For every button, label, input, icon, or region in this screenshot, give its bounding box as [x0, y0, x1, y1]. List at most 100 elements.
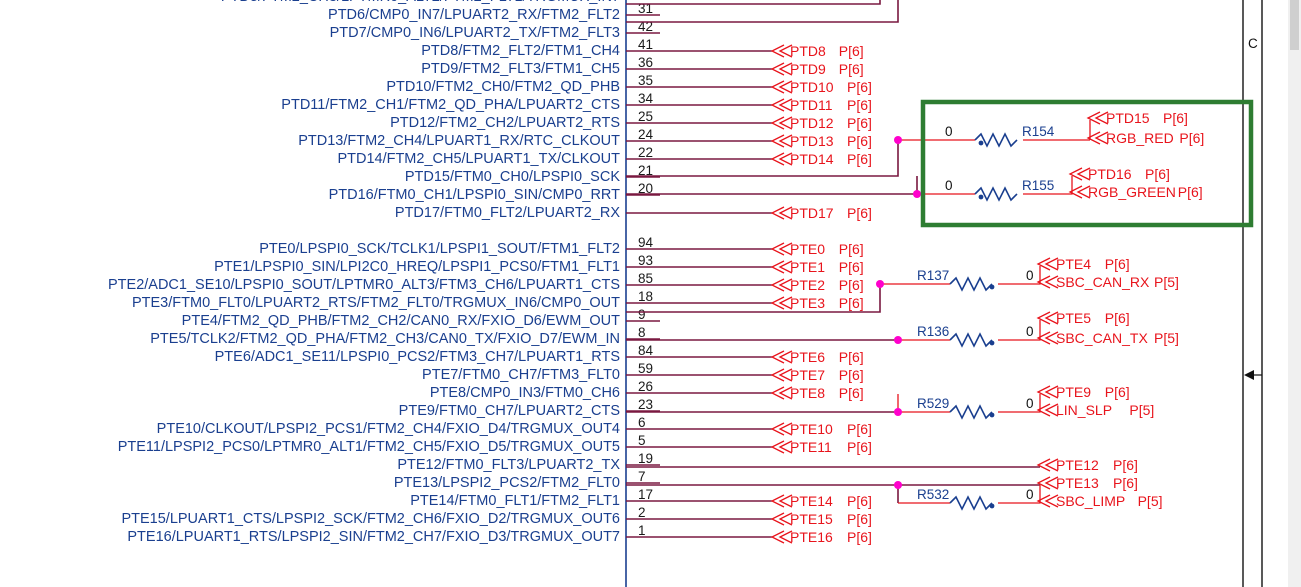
- net-label[interactable]: PTE9: [1056, 384, 1091, 400]
- net-label[interactable]: PTE13: [1056, 475, 1099, 491]
- pin-name: PTE8/CMP0_IN3/FTM0_CH6: [430, 385, 620, 401]
- offpage-connector-icon: [770, 98, 793, 112]
- net-label[interactable]: PTD14: [790, 151, 834, 167]
- net-page-ref: P[6]: [839, 295, 864, 311]
- offpage-connector-icon: [770, 152, 793, 166]
- offpage-connector-icon: [1036, 476, 1059, 490]
- net-page-ref: P[6]: [839, 259, 864, 275]
- net-label[interactable]: PTE6: [790, 349, 825, 365]
- net-label[interactable]: PTE2: [790, 277, 825, 293]
- net-label[interactable]: PTD9: [790, 61, 826, 77]
- offpage-connector-icon: [1036, 385, 1059, 399]
- frame-arrow-icon: [1244, 370, 1254, 380]
- net-page-ref: P[6]: [847, 439, 872, 455]
- resistor-value: 0: [945, 178, 953, 193]
- net-label[interactable]: PTE0: [790, 241, 825, 257]
- net-page-ref: P[6]: [847, 151, 872, 167]
- net-label[interactable]: PTD17: [790, 205, 834, 221]
- net-label[interactable]: SBC_LIMP: [1056, 493, 1125, 509]
- net-label[interactable]: PTE11: [790, 439, 832, 455]
- net-label[interactable]: RGB_GREEN: [1088, 184, 1176, 200]
- offpage-connector-icon: [770, 386, 793, 400]
- net-page-ref: P[5]: [1154, 330, 1179, 346]
- pin-number: 41: [638, 37, 653, 52]
- pin-name: PTE14/FTM0_FLT1/FTM2_FLT1: [410, 493, 620, 509]
- pin-name: PTE4/FTM2_QD_PHB/FTM2_CH2/CAN0_RX/FXIO_D…: [182, 313, 620, 329]
- offpage-connector-icon: [770, 296, 793, 310]
- net-page-ref: P[6]: [847, 493, 872, 509]
- net-label[interactable]: LIN_SLP: [1056, 402, 1112, 418]
- pin-name: PTD14/FTM2_CH5/LPUART1_TX/CLKOUT: [337, 151, 620, 167]
- pin-name: PTD9/FTM2_FLT3/FTM1_CH5: [421, 61, 620, 77]
- scroll-track[interactable]: [1288, 0, 1301, 587]
- ic-pin-list: PTD5/FTM2_CH3/LPTMR0_ALT2/FTM2_FLT1/TRGM…: [108, 0, 660, 545]
- net-label[interactable]: PTD8: [790, 43, 826, 59]
- net-label[interactable]: PTE7: [790, 367, 825, 383]
- net-label[interactable]: PTD10: [790, 79, 834, 95]
- pin-number: 6: [638, 415, 646, 430]
- resistor-ref: R137: [917, 268, 949, 283]
- offpage-net-list: PTD8 P[6] PTD9 P[6] PTD10 P[6] PTD11 P[6] PTD12 P…: [660, 43, 872, 545]
- pin-name: PTD7/CMP0_IN6/LPUART2_TX/FTM2_FLT3: [330, 25, 620, 41]
- pin-number: 93: [638, 253, 653, 268]
- net-label[interactable]: PTE4: [1056, 256, 1091, 272]
- offpage-connector-icon: [770, 530, 793, 544]
- wire-ptd16: [626, 176, 918, 195]
- net-label[interactable]: SBC_CAN_TX: [1056, 330, 1148, 346]
- resistor-ref: R136: [917, 324, 949, 339]
- net-label[interactable]: PTE12: [1056, 457, 1099, 473]
- net-label[interactable]: PTD12: [790, 115, 834, 131]
- net-label[interactable]: PTD16: [1088, 166, 1132, 182]
- net-label[interactable]: PTD13: [790, 133, 834, 149]
- pin-name: PTD17/FTM0_FLT2/LPUART2_RX: [395, 205, 620, 221]
- pin-number: 94: [638, 235, 654, 250]
- net-label[interactable]: PTE3: [790, 295, 825, 311]
- offpage-connector-icon: [770, 422, 793, 436]
- offpage-connector-icon: [770, 44, 793, 58]
- net-page-ref: P[5]: [1138, 493, 1163, 509]
- wire-pin32: [626, 0, 881, 5]
- net-page-ref: P[6]: [847, 115, 872, 131]
- net-page-ref: P[6]: [839, 385, 864, 401]
- pin-name: PTE5/TCLK2/FTM2_QD_PHA/FTM2_CH3/CAN0_TX/…: [150, 331, 620, 347]
- offpage-connector-icon: [770, 62, 793, 76]
- pin-name: PTE3/FTM0_FLT0/LPUART2_RTS/FTM2_FLT0/TRG…: [132, 295, 620, 311]
- junction-dot: [894, 408, 902, 416]
- resistor-value: 0: [1026, 268, 1034, 283]
- net-page-ref: P[6]: [847, 97, 872, 113]
- net-label[interactable]: PTE8: [790, 385, 825, 401]
- resistor-r136-symbol: [949, 332, 993, 348]
- net-label[interactable]: PTE5: [1056, 310, 1091, 326]
- net-label[interactable]: PTD15: [1106, 110, 1150, 126]
- highlight-box: [920, 99, 1254, 228]
- pin-number: 8: [638, 325, 646, 340]
- offpage-connector-icon: [1086, 111, 1109, 125]
- net-label[interactable]: RGB_RED: [1106, 130, 1174, 146]
- scroll-thumb[interactable]: [1290, 0, 1299, 50]
- offpage-connector-icon: [1086, 131, 1109, 145]
- net-label[interactable]: PTE15: [790, 511, 833, 527]
- offpage-connector-icon: [770, 494, 793, 508]
- offpage-connector-icon: [770, 260, 793, 274]
- pin-number: 9: [638, 307, 646, 322]
- offpage-connector-icon: [1036, 403, 1059, 417]
- pin-number: 34: [638, 91, 654, 106]
- net-label[interactable]: PTE1: [790, 259, 825, 275]
- net-label[interactable]: PTE16: [790, 529, 833, 545]
- net-label[interactable]: PTE10: [790, 421, 833, 437]
- net-page-ref: P[5]: [1129, 402, 1154, 418]
- pin-name: PTE10/CLKOUT/LPSPI2_PCS1/FTM2_CH4/FXIO_D…: [157, 421, 620, 437]
- pin-name: PTD11/FTM2_CH1/FTM2_QD_PHA/LPUART2_CTS: [281, 97, 620, 113]
- offpage-connector-icon: [770, 350, 793, 364]
- net-label[interactable]: PTD11: [790, 97, 833, 113]
- net-label[interactable]: SBC_CAN_RX: [1056, 274, 1150, 290]
- pin-name: PTD6/CMP0_IN7/LPUART2_RX/FTM2_FLT2: [328, 7, 620, 23]
- right-net-list: PTD15 P[6]RGB_RED P[6]PTD16 P[6]RGB_GREEN P[…: [1036, 110, 1204, 509]
- offpage-connector-icon: [770, 242, 793, 256]
- junction-dots: [876, 136, 921, 489]
- net-page-ref: P[6]: [1113, 475, 1138, 491]
- resistor-value: 0: [1026, 324, 1034, 339]
- net-label[interactable]: PTE14: [790, 493, 833, 509]
- resistor-r532-symbol: [949, 495, 993, 511]
- net-page-ref: P[6]: [847, 133, 872, 149]
